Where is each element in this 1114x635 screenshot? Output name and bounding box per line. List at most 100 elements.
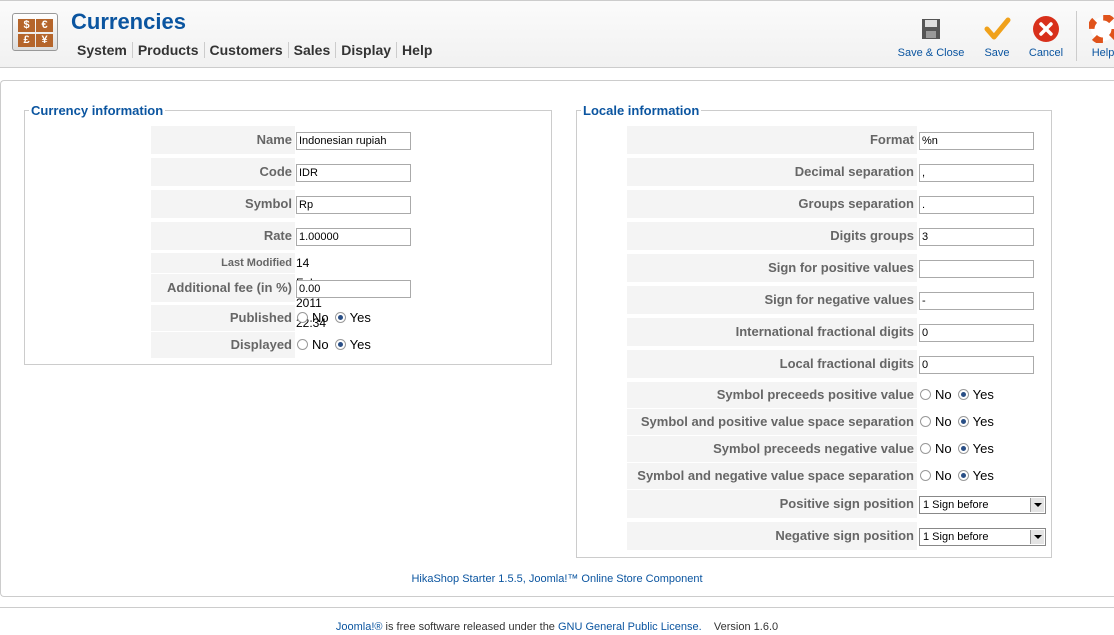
cancel-x-icon bbox=[1032, 15, 1060, 43]
main-menu: System Products Customers Sales Display … bbox=[72, 42, 437, 58]
symbol-precedes-negative-yes-radio[interactable] bbox=[957, 443, 969, 454]
symbol-precedes-positive-no-label: No bbox=[935, 387, 952, 402]
positive-sign-label: Sign for positive values bbox=[627, 254, 917, 282]
groups-separation-input[interactable] bbox=[919, 196, 1034, 214]
symbol-space-negative-yes-radio[interactable] bbox=[957, 470, 969, 481]
joomla-link[interactable]: Joomla!® bbox=[336, 621, 383, 633]
save-button[interactable]: Save bbox=[978, 15, 1016, 59]
symbol-input[interactable] bbox=[296, 196, 411, 214]
menu-help[interactable]: Help bbox=[397, 42, 437, 58]
published-yes-label: Yes bbox=[349, 310, 371, 325]
pound-glyph: £ bbox=[18, 34, 35, 47]
locale-information-fieldset: Locale information Format Decimal separa… bbox=[576, 103, 1052, 558]
intl-fractional-digits-label: International fractional digits bbox=[627, 318, 917, 346]
symbol-precedes-positive-yes-label: Yes bbox=[972, 387, 994, 402]
additional-fee-label: Additional fee (in %) bbox=[151, 274, 295, 302]
rate-input[interactable] bbox=[296, 228, 411, 246]
save-close-button[interactable]: Save & Close bbox=[896, 15, 966, 59]
displayed-no-label: No bbox=[312, 337, 329, 352]
checkmark-icon bbox=[983, 15, 1011, 43]
save-label: Save bbox=[984, 47, 1010, 59]
code-input[interactable] bbox=[296, 164, 411, 182]
dollar-glyph: $ bbox=[18, 19, 35, 32]
symbol-space-negative-radio-group: No Yes bbox=[920, 463, 1020, 489]
symbol-space-positive-radio-group: No Yes bbox=[920, 409, 1020, 435]
symbol-space-positive-yes-radio[interactable] bbox=[957, 416, 969, 427]
footer-text: is free software released under the bbox=[382, 621, 558, 633]
negative-sign-input[interactable] bbox=[919, 292, 1034, 310]
yen-glyph: ¥ bbox=[36, 34, 53, 47]
symbol-precedes-positive-yes-radio[interactable] bbox=[957, 389, 969, 400]
displayed-no-radio[interactable] bbox=[297, 339, 308, 350]
help-label: Help bbox=[1091, 47, 1114, 59]
negative-sign-label: Sign for negative values bbox=[627, 286, 917, 314]
decimal-separation-input[interactable] bbox=[919, 164, 1034, 182]
menu-display[interactable]: Display bbox=[336, 42, 398, 58]
published-no-radio[interactable] bbox=[297, 312, 308, 323]
digits-groups-input[interactable] bbox=[919, 228, 1034, 246]
toolbar-divider bbox=[1076, 11, 1077, 61]
currency-information-fieldset: Currency information Name Code Symbol Ra… bbox=[24, 103, 552, 365]
rate-label: Rate bbox=[151, 222, 295, 250]
menu-products[interactable]: Products bbox=[133, 42, 205, 58]
help-button[interactable]: Help bbox=[1086, 13, 1114, 59]
published-yes-radio[interactable] bbox=[334, 312, 346, 323]
euro-glyph: € bbox=[36, 19, 53, 32]
currency-logo-icon: $ € £ ¥ bbox=[12, 13, 58, 51]
symbol-space-positive-no-radio[interactable] bbox=[920, 416, 931, 427]
positive-sign-position-label: Positive sign position bbox=[627, 490, 917, 518]
symbol-precedes-negative-radio-group: No Yes bbox=[920, 436, 1020, 462]
decimal-separation-label: Decimal separation bbox=[627, 158, 917, 186]
chevron-down-icon bbox=[1030, 498, 1044, 512]
symbol-precedes-positive-label: Symbol preceeds positive value bbox=[627, 382, 917, 408]
symbol-precedes-negative-label: Symbol preceeds negative value bbox=[627, 436, 917, 462]
negative-sign-position-select[interactable]: 1 Sign before bbox=[919, 528, 1046, 546]
gpl-license-link[interactable]: GNU General Public License. bbox=[558, 621, 702, 633]
symbol-space-positive-no-label: No bbox=[935, 414, 952, 429]
displayed-yes-label: Yes bbox=[349, 337, 371, 352]
published-no-label: No bbox=[312, 310, 329, 325]
displayed-label: Displayed bbox=[151, 332, 295, 358]
intl-fractional-digits-input[interactable] bbox=[919, 324, 1034, 342]
digits-groups-label: Digits groups bbox=[627, 222, 917, 250]
component-credit-link[interactable]: HikaShop Starter 1.5.5, Joomla!™ Online … bbox=[0, 573, 1114, 585]
name-input[interactable] bbox=[296, 132, 411, 150]
chevron-down-icon bbox=[1030, 530, 1044, 544]
lifebuoy-icon bbox=[1087, 13, 1114, 45]
local-fractional-digits-input[interactable] bbox=[919, 356, 1034, 374]
symbol-label: Symbol bbox=[151, 190, 295, 218]
positive-sign-input[interactable] bbox=[919, 260, 1034, 278]
negative-sign-position-value: 1 Sign before bbox=[923, 531, 989, 543]
published-radio-group: No Yes bbox=[297, 305, 397, 331]
menu-sales[interactable]: Sales bbox=[289, 42, 337, 58]
format-input[interactable] bbox=[919, 132, 1034, 150]
displayed-yes-radio[interactable] bbox=[334, 339, 346, 350]
page-footer: Joomla!® is free software released under… bbox=[0, 621, 1114, 633]
joomla-version: Version 1.6.0 bbox=[713, 621, 779, 633]
cancel-label: Cancel bbox=[1028, 47, 1064, 59]
symbol-precedes-positive-radio-group: No Yes bbox=[920, 382, 1020, 408]
code-label: Code bbox=[151, 158, 295, 186]
format-label: Format bbox=[627, 126, 917, 154]
symbol-space-negative-yes-label: Yes bbox=[972, 468, 994, 483]
name-label: Name bbox=[151, 126, 295, 154]
last-modified-label: Last Modified bbox=[151, 253, 295, 273]
symbol-precedes-positive-no-radio[interactable] bbox=[920, 389, 931, 400]
symbol-space-positive-label: Symbol and positive value space separati… bbox=[627, 409, 917, 435]
symbol-space-negative-label: Symbol and negative value space separati… bbox=[627, 463, 917, 489]
symbol-space-negative-no-radio[interactable] bbox=[920, 470, 931, 481]
additional-fee-input[interactable] bbox=[296, 280, 411, 298]
menu-customers[interactable]: Customers bbox=[205, 42, 289, 58]
toolbar-header: $ € £ ¥ Currencies System Products Custo… bbox=[0, 0, 1114, 68]
save-close-label: Save & Close bbox=[897, 47, 965, 59]
menu-system[interactable]: System bbox=[72, 42, 133, 58]
symbol-precedes-negative-no-radio[interactable] bbox=[920, 443, 931, 454]
cancel-button[interactable]: Cancel bbox=[1026, 15, 1066, 59]
last-modified-value: 14 February 2011 22:34 bbox=[296, 256, 344, 330]
positive-sign-position-value: 1 Sign before bbox=[923, 499, 989, 511]
symbol-precedes-negative-no-label: No bbox=[935, 441, 952, 456]
currency-information-legend: Currency information bbox=[29, 103, 166, 118]
symbol-space-negative-no-label: No bbox=[935, 468, 952, 483]
locale-information-legend: Locale information bbox=[581, 103, 702, 118]
positive-sign-position-select[interactable]: 1 Sign before bbox=[919, 496, 1046, 514]
